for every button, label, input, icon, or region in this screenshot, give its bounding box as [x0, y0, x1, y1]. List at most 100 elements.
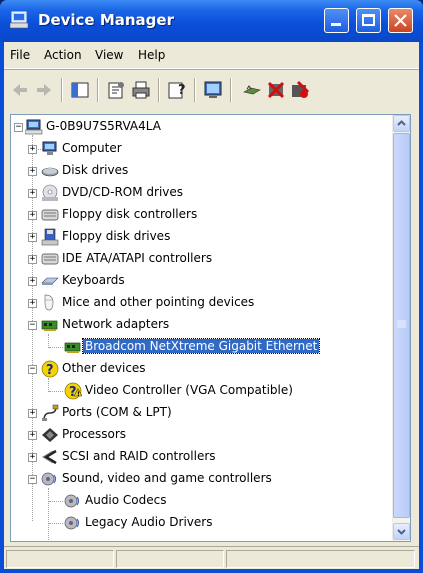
expand-icon[interactable]: +	[28, 431, 37, 440]
collapse-icon[interactable]: −	[28, 365, 37, 374]
tree-guide-line	[49, 347, 63, 348]
help-icon[interactable]: ?	[167, 80, 187, 100]
device-manager-icon	[10, 11, 29, 29]
tree-item-disk-drives[interactable]: + Disk drives	[11, 160, 392, 182]
tree-guide-line	[49, 391, 63, 392]
tree-item-label: Other devices	[62, 361, 146, 375]
expand-icon[interactable]: +	[28, 167, 37, 176]
properties-icon[interactable]	[106, 80, 126, 100]
scroll-up-button[interactable]	[393, 115, 410, 132]
maximize-button[interactable]	[356, 8, 381, 33]
svg-text:?: ?	[69, 385, 77, 400]
title-bar[interactable]: Device Manager	[0, 0, 423, 42]
scsi-icon	[42, 449, 57, 465]
tree-item-dvd-cdrom-drives[interactable]: + DVD/CD-ROM drives	[11, 182, 392, 204]
update-driver-icon[interactable]	[242, 80, 262, 100]
chevron-down-icon	[397, 529, 406, 535]
vertical-scrollbar[interactable]	[392, 115, 410, 541]
unknown-device-icon: ?	[41, 360, 59, 378]
status-cell	[116, 550, 224, 568]
status-bar	[4, 546, 419, 570]
expand-icon[interactable]: +	[28, 211, 37, 220]
toolbar-separator	[158, 78, 160, 102]
collapse-icon[interactable]: −	[14, 123, 23, 132]
menu-help[interactable]: Help	[138, 48, 165, 62]
toolbar-separator	[230, 78, 232, 102]
tree-item-label: IDE ATA/ATAPI controllers	[62, 251, 213, 265]
tree-item-processors[interactable]: + Processors	[11, 424, 392, 446]
processor-icon	[42, 428, 58, 442]
controller-icon	[41, 253, 59, 265]
tree-guide-line	[49, 501, 63, 502]
tree-item-legacy-audio-drivers[interactable]: Legacy Audio Drivers	[11, 512, 392, 534]
tree-item-label: DVD/CD-ROM drives	[62, 185, 184, 199]
tree-item-audio-codecs[interactable]: Audio Codecs	[11, 490, 392, 512]
expand-icon[interactable]: +	[28, 255, 37, 264]
tree-item-label: Legacy Audio Drivers	[85, 515, 213, 529]
tree-item-ide-ata-atapi-controllers[interactable]: + IDE ATA/ATAPI controllers	[11, 248, 392, 270]
toolbar-separator	[194, 78, 196, 102]
tree-item-ports[interactable]: + Ports (COM & LPT)	[11, 402, 392, 424]
uninstall-icon[interactable]	[266, 80, 286, 100]
tree-item-other-devices[interactable]: − ? Other devices	[11, 358, 392, 380]
tree-item-computer[interactable]: + Computer	[11, 138, 392, 160]
tree-item-label: Video Controller (VGA Compatible)	[85, 383, 293, 397]
tree-item-floppy-disk-controllers[interactable]: + Floppy disk controllers	[11, 204, 392, 226]
expand-icon[interactable]: +	[28, 233, 37, 242]
expand-icon[interactable]: +	[28, 299, 37, 308]
tree-item-label: Network adapters	[62, 317, 170, 331]
show-hide-console-tree-icon[interactable]	[70, 80, 90, 100]
device-tree-panel: − G-0B9U7S5RVA4LA + Computer + Disk driv…	[10, 114, 411, 542]
unknown-device-icon: ?!	[64, 382, 82, 400]
window-border-bottom	[0, 569, 423, 573]
cdrom-icon	[42, 184, 58, 201]
scan-hardware-icon[interactable]	[203, 80, 223, 100]
port-icon	[42, 404, 59, 421]
tree-item-label: Floppy disk drives	[62, 229, 171, 243]
network-card-icon	[64, 342, 81, 353]
device-manager-window: Device Manager File Action View Help ? −…	[0, 0, 423, 573]
tree-item-label: Mice and other pointing devices	[62, 295, 255, 309]
scroll-thumb[interactable]	[393, 133, 410, 518]
tree-item-label: Floppy disk controllers	[62, 207, 198, 221]
menu-view[interactable]: View	[95, 48, 123, 62]
close-button[interactable]	[388, 8, 413, 33]
scroll-down-button[interactable]	[393, 523, 410, 540]
tree-item-label: Processors	[62, 427, 127, 441]
toolbar-separator	[97, 78, 99, 102]
tree-item-video-controller[interactable]: ?! Video Controller (VGA Compatible)	[11, 380, 392, 402]
computer-icon	[25, 119, 43, 135]
print-icon[interactable]	[131, 80, 151, 100]
back-icon[interactable]	[10, 80, 30, 100]
expand-icon[interactable]: +	[28, 453, 37, 462]
tree-item-label: SCSI and RAID controllers	[62, 449, 216, 463]
tree-item-sound-video-game[interactable]: − Sound, video and game controllers	[11, 468, 392, 490]
tree-item-label: Computer	[62, 141, 122, 155]
tree-item-floppy-disk-drives[interactable]: + Floppy disk drives	[11, 226, 392, 248]
computer-icon	[42, 141, 57, 155]
minimize-button[interactable]	[324, 8, 349, 33]
tree-guide-line	[49, 523, 63, 524]
floppy-icon	[41, 228, 59, 246]
menu-file[interactable]: File	[10, 48, 30, 62]
collapse-icon[interactable]: −	[28, 475, 37, 484]
tree-root-label: G-0B9U7S5RVA4LA	[46, 119, 161, 133]
window-border-right	[419, 42, 423, 573]
tree-item-label: Disk drives	[62, 163, 129, 177]
expand-icon[interactable]: +	[28, 409, 37, 418]
tree-item-label: Audio Codecs	[85, 493, 167, 507]
expand-icon[interactable]: +	[28, 145, 37, 154]
forward-icon[interactable]	[34, 80, 54, 100]
tree-item-broadcom-netxtreme[interactable]: Broadcom NetXtreme Gigabit Ethernet	[11, 336, 392, 358]
sound-icon	[41, 472, 57, 486]
disable-icon[interactable]	[290, 80, 310, 100]
tree-item-network-adapters[interactable]: − Network adapters	[11, 314, 392, 336]
menu-action[interactable]: Action	[44, 48, 82, 62]
collapse-icon[interactable]: −	[28, 321, 37, 330]
tree-item-mice[interactable]: + Mice and other pointing devices	[11, 292, 392, 314]
tree-item-keyboards[interactable]: + Keyboards	[11, 270, 392, 292]
tree-root[interactable]: − G-0B9U7S5RVA4LA	[11, 116, 392, 138]
expand-icon[interactable]: +	[28, 189, 37, 198]
tree-item-scsi-raid[interactable]: + SCSI and RAID controllers	[11, 446, 392, 468]
expand-icon[interactable]: +	[28, 277, 37, 286]
